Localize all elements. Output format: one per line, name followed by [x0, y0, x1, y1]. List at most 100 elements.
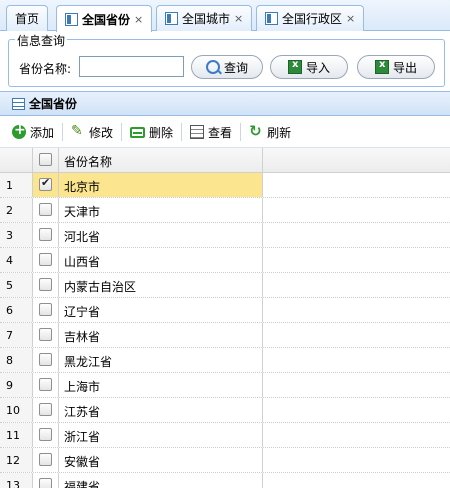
row-checkbox[interactable]: [39, 228, 52, 241]
panel-header: 全国省份: [0, 91, 450, 116]
grid-body: 1 北京市 2 天津市 3 河北省 4 山西省 5 内蒙古自治区 6 辽宁省 7 吉林省 8 黑龙江省 9 上海市…: [0, 173, 450, 488]
tab-provinces[interactable]: 全国省份 ×: [56, 5, 153, 32]
edit-button[interactable]: 修改: [71, 123, 114, 141]
table-icon: [265, 12, 278, 25]
tab-home[interactable]: 首页: [6, 5, 49, 31]
table-row[interactable]: 6 辽宁省: [0, 298, 450, 323]
table-row[interactable]: 7 吉林省: [0, 323, 450, 348]
view-button-label: 查看: [208, 125, 233, 140]
row-number: 12: [0, 448, 33, 472]
refresh-button-label: 刷新: [267, 125, 292, 140]
table-row[interactable]: 5 内蒙古自治区: [0, 273, 450, 298]
table-row[interactable]: 4 山西省: [0, 248, 450, 273]
table-row[interactable]: 13 福建省: [0, 473, 450, 488]
table-icon: [165, 12, 178, 25]
export-button-label: 导出: [392, 60, 417, 75]
table-row[interactable]: 11 浙江省: [0, 423, 450, 448]
row-checkbox[interactable]: [39, 378, 52, 391]
table-row[interactable]: 3 河北省: [0, 223, 450, 248]
table-row[interactable]: 2 天津市: [0, 198, 450, 223]
row-checkbox-cell: [33, 398, 59, 422]
row-number-header: [0, 148, 33, 172]
province-name-cell: 黑龙江省: [59, 348, 263, 372]
province-name-cell: 内蒙古自治区: [59, 273, 263, 297]
toolbar-separator: [181, 123, 183, 141]
tab-label: 首页: [15, 12, 40, 26]
add-button-label: 添加: [30, 125, 55, 140]
delete-button[interactable]: 删除: [130, 124, 173, 141]
province-name-cell: 辽宁省: [59, 298, 263, 322]
import-button-label: 导入: [305, 60, 330, 75]
excel-icon: [287, 59, 302, 74]
row-checkbox[interactable]: [39, 203, 52, 216]
close-icon[interactable]: ×: [234, 12, 243, 25]
row-checkbox-cell: [33, 298, 59, 322]
province-name-cell: 山西省: [59, 248, 263, 272]
province-name-cell: 天津市: [59, 198, 263, 222]
row-number: 1: [0, 173, 33, 197]
tab-label: 全国城市: [182, 12, 231, 26]
row-checkbox[interactable]: [39, 428, 52, 441]
search-icon: [205, 60, 220, 74]
row-checkbox[interactable]: [39, 176, 52, 191]
grid-icon: [12, 97, 25, 110]
search-button[interactable]: 查询: [191, 55, 263, 79]
province-name-cell: 安徽省: [59, 448, 263, 472]
tab-cities[interactable]: 全国城市 ×: [156, 5, 253, 31]
select-all-cell: [33, 148, 59, 172]
row-checkbox-cell: [33, 473, 59, 488]
view-table-icon: [190, 125, 205, 139]
row-checkbox[interactable]: [39, 253, 52, 266]
row-checkbox-cell: [33, 198, 59, 222]
query-fieldset: 信息查询 省份名称: 查询 导入 导出: [8, 32, 445, 87]
province-name-label: 省份名称:: [19, 62, 72, 76]
add-icon: [12, 122, 26, 139]
province-name-cell: 江苏省: [59, 398, 263, 422]
table-row[interactable]: 8 黑龙江省: [0, 348, 450, 373]
row-checkbox-cell: [33, 248, 59, 272]
province-name-input[interactable]: [79, 56, 184, 77]
search-button-label: 查询: [223, 60, 248, 75]
row-number: 7: [0, 323, 33, 347]
refresh-button[interactable]: 刷新: [249, 122, 292, 141]
row-number: 13: [0, 473, 33, 488]
table-row[interactable]: 9 上海市: [0, 373, 450, 398]
row-checkbox-cell: [33, 373, 59, 397]
import-button[interactable]: 导入: [270, 55, 348, 79]
province-name-cell: 北京市: [59, 173, 263, 197]
row-checkbox[interactable]: [39, 403, 52, 416]
row-number: 6: [0, 298, 33, 322]
table-row[interactable]: 1 北京市: [0, 173, 450, 198]
province-name-cell: 河北省: [59, 223, 263, 247]
row-number: 10: [0, 398, 33, 422]
row-checkbox[interactable]: [39, 353, 52, 366]
province-name-cell: 福建省: [59, 473, 263, 488]
province-name-header[interactable]: 省份名称: [59, 148, 263, 172]
select-all-checkbox[interactable]: [39, 153, 52, 166]
row-checkbox[interactable]: [39, 278, 52, 291]
table-row[interactable]: 10 江苏省: [0, 398, 450, 423]
add-button[interactable]: 添加: [12, 122, 55, 141]
row-number: 3: [0, 223, 33, 247]
close-icon[interactable]: ×: [346, 12, 355, 25]
row-checkbox[interactable]: [39, 303, 52, 316]
table-icon: [65, 12, 78, 26]
close-icon[interactable]: ×: [134, 13, 143, 26]
row-number: 9: [0, 373, 33, 397]
tab-districts[interactable]: 全国行政区 ×: [256, 5, 365, 31]
excel-icon: [374, 59, 389, 74]
view-button[interactable]: 查看: [190, 124, 232, 141]
row-checkbox[interactable]: [39, 328, 52, 341]
province-grid: 省份名称 1 北京市 2 天津市 3 河北省 4 山西省 5 内蒙古自治区 6 辽宁省 7 吉林省 8 黑龙江…: [0, 148, 450, 488]
row-checkbox[interactable]: [39, 453, 52, 466]
row-checkbox[interactable]: [39, 478, 52, 488]
row-checkbox-cell: [33, 173, 59, 197]
row-number: 11: [0, 423, 33, 447]
remove-icon: [130, 126, 146, 138]
edit-button-label: 修改: [89, 125, 114, 140]
row-number: 2: [0, 198, 33, 222]
export-button[interactable]: 导出: [357, 55, 435, 79]
row-number: 5: [0, 273, 33, 297]
row-checkbox-cell: [33, 273, 59, 297]
table-row[interactable]: 12 安徽省: [0, 448, 450, 473]
